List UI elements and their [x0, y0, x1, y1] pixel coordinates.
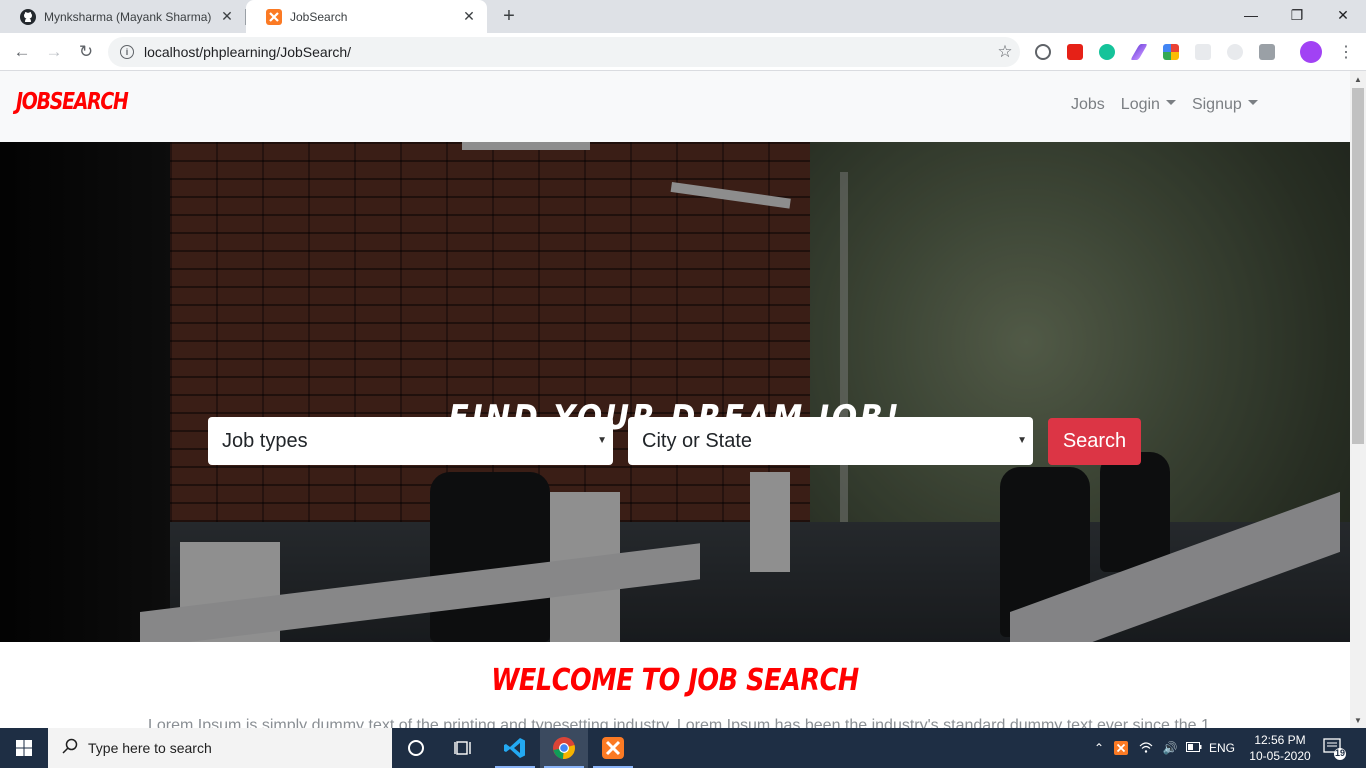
bookmark-star-icon[interactable]: ☆: [990, 42, 1020, 62]
wifi-icon[interactable]: [1134, 741, 1158, 756]
taskbar-search-box[interactable]: Type here to search: [48, 728, 392, 768]
windows-start-icon[interactable]: [0, 728, 48, 768]
color-extension-icon[interactable]: [1163, 44, 1179, 60]
grammarly-extension-icon[interactable]: [1099, 44, 1115, 60]
clock-date: 10-05-2020: [1249, 749, 1311, 763]
scroll-up-icon[interactable]: ▲: [1350, 71, 1366, 87]
search-icon: [62, 738, 78, 759]
xampp-icon: [266, 8, 282, 25]
xampp-taskbar-icon[interactable]: [589, 728, 637, 768]
reload-icon[interactable]: ↻: [72, 38, 100, 66]
info-icon[interactable]: i: [120, 45, 134, 59]
site-brand-logo[interactable]: JOBSEARCH: [16, 89, 129, 115]
pen-extension-icon[interactable]: [1130, 44, 1148, 60]
nav-jobs-link[interactable]: Jobs: [1071, 96, 1105, 114]
taskbar-search-placeholder: Type here to search: [88, 740, 212, 756]
scroll-down-icon[interactable]: ▼: [1350, 712, 1366, 728]
welcome-paragraph: Lorem Ipsum is simply dummy text of the …: [148, 717, 1208, 728]
profile-avatar[interactable]: [1300, 41, 1322, 63]
notification-count-badge: 19: [1334, 748, 1345, 758]
show-hidden-icons-icon[interactable]: ⌃: [1090, 741, 1108, 755]
welcome-heading: WELCOME TO JOB SEARCH: [491, 663, 859, 698]
close-window-icon[interactable]: ✕: [1320, 0, 1366, 30]
dropdown-arrow-icon: ▼: [1017, 435, 1027, 446]
minimize-icon[interactable]: ―: [1228, 0, 1274, 30]
browser-toolbar: ← → ↻ i localhost/phplearning/JobSearch/…: [0, 33, 1366, 71]
chevron-down-icon: [1247, 100, 1258, 106]
new-tab-icon[interactable]: +: [497, 4, 521, 28]
nav-signup-dropdown[interactable]: Signup: [1192, 96, 1258, 114]
restore-icon[interactable]: ❐: [1274, 0, 1320, 30]
xampp-tray-icon[interactable]: [1108, 741, 1134, 755]
hero-section: FIND YOUR DREAM JOB! Job types ▼ City or…: [0, 142, 1350, 642]
task-view-icon[interactable]: [440, 728, 488, 768]
extension-icon[interactable]: [1227, 44, 1243, 60]
vscode-icon[interactable]: [491, 728, 539, 768]
page-scrollbar[interactable]: ▲ ▼: [1350, 71, 1366, 728]
chrome-icon[interactable]: [540, 728, 588, 768]
back-icon[interactable]: ←: [8, 38, 36, 66]
url-text[interactable]: localhost/phplearning/JobSearch/: [144, 44, 990, 60]
hero-overlay: [0, 142, 1350, 642]
extension-icon[interactable]: [1195, 44, 1211, 60]
menu-kebab-icon[interactable]: ⋮: [1332, 38, 1360, 66]
language-indicator[interactable]: ENG: [1206, 741, 1238, 755]
city-state-value: City or State: [642, 429, 753, 452]
page-viewport: JOBSEARCH Jobs Login Signup FIND YOUR DR…: [0, 71, 1350, 728]
nav-links: Jobs Login Signup: [1071, 96, 1274, 114]
job-types-select[interactable]: Job types ▼: [208, 417, 613, 465]
nav-login-dropdown[interactable]: Login: [1121, 96, 1176, 114]
scrollbar-thumb[interactable]: [1352, 88, 1364, 444]
address-bar[interactable]: i localhost/phplearning/JobSearch/ ☆: [108, 37, 1020, 67]
system-tray: ⌃ 🔊 ENG: [1090, 728, 1238, 768]
tab-jobsearch[interactable]: JobSearch ✕: [246, 0, 487, 33]
clock-time: 12:56 PM: [1254, 733, 1306, 747]
close-tab-icon[interactable]: ✕: [215, 5, 239, 29]
volume-icon[interactable]: 🔊: [1158, 741, 1182, 755]
nav-login-label: Login: [1120, 96, 1160, 113]
action-center-icon[interactable]: 19: [1322, 736, 1346, 760]
extension-circle-icon[interactable]: [1035, 44, 1051, 60]
nav-signup-label: Signup: [1191, 96, 1242, 113]
battery-icon[interactable]: [1182, 741, 1206, 755]
job-types-value: Job types: [222, 429, 308, 452]
city-state-select[interactable]: City or State ▼: [628, 417, 1033, 465]
tab-github[interactable]: Mynksharma (Mayank Sharma) ✕: [0, 0, 245, 33]
site-navbar: JOBSEARCH Jobs Login Signup: [0, 71, 1350, 142]
extension-icon[interactable]: [1259, 44, 1275, 60]
tab-title: Mynksharma (Mayank Sharma): [44, 9, 212, 24]
chevron-down-icon: [1165, 100, 1176, 106]
tab-title: JobSearch: [290, 9, 348, 24]
forward-icon[interactable]: →: [40, 38, 68, 66]
youtube-extension-icon[interactable]: [1067, 44, 1083, 60]
dropdown-arrow-icon: ▼: [597, 435, 607, 446]
github-icon: [20, 8, 36, 25]
close-tab-icon[interactable]: ✕: [457, 5, 481, 29]
taskbar-clock[interactable]: 12:56 PM 10-05-2020: [1244, 732, 1316, 764]
cortana-icon[interactable]: [392, 728, 440, 768]
browser-tab-strip: Mynksharma (Mayank Sharma) ✕ JobSearch ✕…: [0, 0, 1366, 33]
search-button[interactable]: Search: [1048, 418, 1141, 465]
windows-taskbar: Type here to search ⌃ 🔊 ENG 12:56 PM 10-…: [0, 728, 1366, 768]
